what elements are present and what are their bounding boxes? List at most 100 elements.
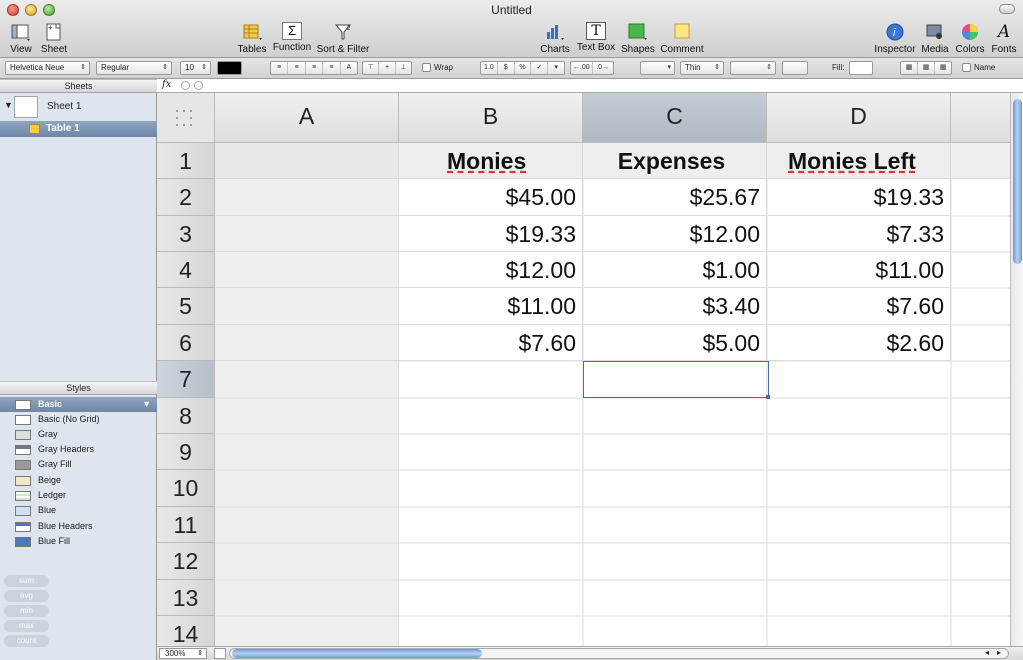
min-function[interactable]: min bbox=[4, 605, 49, 617]
formula-bar[interactable]: fx bbox=[157, 79, 1023, 93]
sheet-button[interactable]: + Sheet bbox=[39, 22, 69, 56]
wrap-checkbox[interactable] bbox=[422, 63, 431, 72]
stroke-color-well[interactable] bbox=[782, 61, 808, 75]
align-justify-icon[interactable]: ≡ bbox=[323, 62, 341, 74]
text-align-group[interactable]: ≡ ≡ ≡ ≡ A bbox=[270, 61, 358, 75]
table-name: Table 1 bbox=[46, 123, 80, 134]
vertical-align-group[interactable]: ⊤ + ⊥ bbox=[362, 61, 412, 75]
colors-label: Colors bbox=[955, 44, 985, 55]
stroke-select[interactable]: Thin ⇕ bbox=[680, 61, 724, 75]
number-format-button[interactable]: 1.0 bbox=[481, 62, 498, 74]
scroll-left-icon[interactable]: ◂ bbox=[985, 648, 989, 657]
style-item-beige[interactable]: Beige bbox=[0, 473, 157, 488]
number-format-group[interactable]: 1.0 $% ✓ ▾ bbox=[480, 61, 565, 75]
table-item[interactable]: Table 1 bbox=[0, 121, 157, 137]
vertical-scroll-thumb[interactable] bbox=[1013, 99, 1022, 264]
style-item-blue[interactable]: Blue bbox=[0, 503, 157, 518]
inspector-button[interactable]: i Inspector bbox=[873, 22, 917, 56]
avg-function[interactable]: avg bbox=[4, 590, 49, 602]
fill-label: Fill: bbox=[832, 63, 845, 72]
style-item-gray-fill[interactable]: Gray Fill bbox=[0, 457, 157, 472]
valign-top-icon[interactable]: ⊤ bbox=[363, 62, 380, 74]
count-function[interactable]: count bbox=[4, 635, 49, 647]
header-columns-icon[interactable]: ▦ bbox=[918, 62, 935, 74]
media-label: Media bbox=[921, 44, 949, 55]
increase-decimals-button[interactable]: .0→ bbox=[593, 62, 614, 74]
sort-filter-button[interactable]: 2 Sort & Filter bbox=[316, 22, 370, 56]
zoom-value: 300% bbox=[165, 649, 186, 658]
style-item-blue-headers[interactable]: Blue Headers bbox=[0, 519, 157, 534]
style-item-gray-headers[interactable]: Gray Headers bbox=[0, 442, 157, 457]
style-item-basic[interactable]: Basic ▼ bbox=[0, 397, 157, 412]
text-box-button[interactable]: T Text Box bbox=[576, 22, 616, 56]
disclosure-triangle-icon[interactable]: ▼ bbox=[4, 100, 13, 110]
zoom-select[interactable]: 300% ⇕ bbox=[159, 648, 207, 659]
cancel-formula-icon[interactable] bbox=[181, 81, 190, 90]
sheet-item[interactable]: ▼ Sheet 1 bbox=[0, 95, 157, 121]
percent-format-button[interactable]: % bbox=[515, 62, 532, 74]
font-family-select[interactable]: Helvetica Neue ⇕ bbox=[5, 61, 90, 75]
style-name: Beige bbox=[38, 475, 62, 485]
tables-button[interactable]: Tables bbox=[236, 22, 268, 56]
text-color-well[interactable] bbox=[217, 61, 242, 75]
inspector-icon: i bbox=[886, 23, 904, 41]
style-item-gray[interactable]: Gray bbox=[0, 427, 157, 442]
name-checkbox[interactable] bbox=[962, 63, 971, 72]
wrap-label: Wrap bbox=[434, 63, 453, 72]
sort-filter-label: Sort & Filter bbox=[316, 44, 370, 55]
scroll-right-icon[interactable]: ▸ bbox=[997, 648, 1001, 657]
align-auto-icon[interactable]: A bbox=[341, 62, 357, 74]
style-item-blue-fill[interactable]: Blue Fill bbox=[0, 534, 157, 549]
stroke-style-select[interactable]: ⇕ bbox=[730, 61, 776, 75]
media-button[interactable]: Media bbox=[920, 22, 950, 56]
shapes-button[interactable]: Shapes bbox=[621, 22, 655, 56]
sum-function[interactable]: sum bbox=[4, 575, 49, 587]
selected-cell-c7[interactable] bbox=[583, 361, 769, 398]
charts-button[interactable]: Charts bbox=[540, 22, 570, 56]
toolbar-toggle-button[interactable] bbox=[999, 4, 1015, 14]
fill-handle[interactable] bbox=[766, 395, 770, 399]
style-menu-icon[interactable]: ▼ bbox=[142, 397, 151, 412]
view-button[interactable]: View bbox=[6, 22, 36, 56]
spreadsheet-canvas[interactable]: A B C D 1 2 3 4 5 6 7 8 9 10 11 12 13 14… bbox=[157, 93, 1010, 646]
fill-color-well[interactable] bbox=[849, 61, 873, 75]
decimals-group[interactable]: ←.00.0→ bbox=[570, 61, 614, 75]
style-item-ledger[interactable]: Ledger bbox=[0, 488, 157, 503]
footer-rows-icon[interactable]: ▦ bbox=[935, 62, 951, 74]
valign-middle-icon[interactable]: + bbox=[379, 62, 396, 74]
max-function[interactable]: max bbox=[4, 620, 49, 632]
checkbox-format-button[interactable]: ✓ bbox=[531, 62, 549, 74]
align-center-icon[interactable]: ≡ bbox=[288, 62, 306, 74]
page-view-icon[interactable] bbox=[214, 648, 226, 659]
align-right-icon[interactable]: ≡ bbox=[306, 62, 324, 74]
style-item-basic-no-grid[interactable]: Basic (No Grid) bbox=[0, 412, 157, 427]
view-label: View bbox=[10, 44, 32, 55]
border-select[interactable]: ▾ bbox=[640, 61, 675, 75]
toolbar: Untitled View + Sheet Tables Σ Function … bbox=[0, 0, 1023, 58]
decrease-decimals-button[interactable]: ←.00 bbox=[571, 62, 593, 74]
valign-bottom-icon[interactable]: ⊥ bbox=[396, 62, 411, 74]
style-swatch-icon bbox=[15, 460, 31, 470]
header-rows-icon[interactable]: ▦ bbox=[901, 62, 918, 74]
colors-icon bbox=[962, 24, 978, 40]
horizontal-scroll-thumb[interactable] bbox=[232, 649, 482, 658]
font-size-value: 10 bbox=[185, 63, 194, 72]
align-left-icon[interactable]: ≡ bbox=[271, 62, 289, 74]
fonts-button[interactable]: A Fonts bbox=[990, 22, 1018, 56]
style-swatch-icon bbox=[15, 491, 31, 501]
font-size-select[interactable]: 10 ⇕ bbox=[180, 61, 211, 75]
function-icon: Σ bbox=[282, 22, 302, 40]
window-title: Untitled bbox=[491, 3, 532, 17]
more-formats-button[interactable]: ▾ bbox=[548, 62, 564, 74]
style-swatch-icon bbox=[15, 415, 31, 425]
charts-label: Charts bbox=[540, 44, 570, 55]
sheets-header: Sheets bbox=[0, 79, 157, 93]
comment-button[interactable]: Comment bbox=[660, 22, 704, 56]
function-button[interactable]: Σ Function bbox=[272, 22, 312, 56]
font-style-select[interactable]: Regular ⇕ bbox=[96, 61, 172, 75]
header-rows-group[interactable]: ▦ ▦ ▦ bbox=[900, 61, 952, 75]
currency-format-button[interactable]: $ bbox=[498, 62, 515, 74]
colors-button[interactable]: Colors bbox=[954, 22, 986, 56]
vertical-scrollbar[interactable] bbox=[1010, 93, 1023, 646]
accept-formula-icon[interactable] bbox=[194, 81, 203, 90]
